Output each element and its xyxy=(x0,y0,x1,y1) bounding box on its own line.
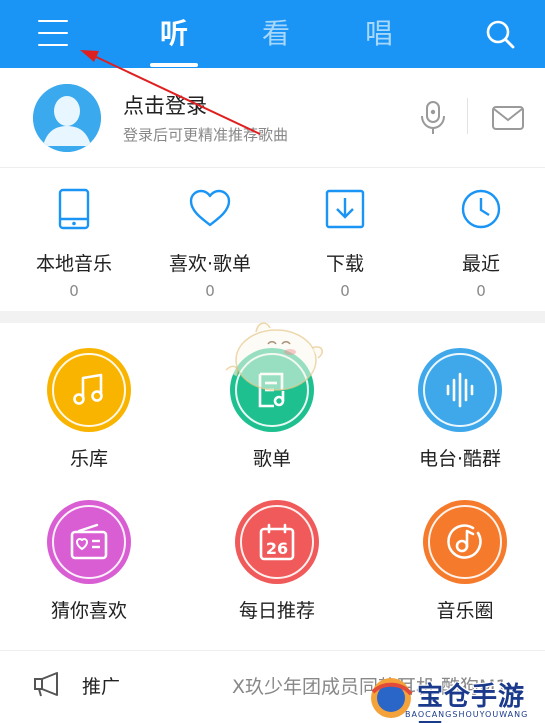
quick-count: 0 xyxy=(476,282,486,300)
grid-label: 电台·酷群 xyxy=(418,448,502,470)
search-icon xyxy=(486,20,515,49)
microphone-icon xyxy=(421,101,445,134)
promo-label: 推广 xyxy=(82,676,121,698)
grid-item-music-circle[interactable]: 音乐圈 xyxy=(390,500,540,630)
download-icon xyxy=(325,189,365,229)
quick-count: 0 xyxy=(69,282,79,300)
login-subtitle: 登录后可更精准推荐歌曲 xyxy=(123,126,289,144)
calendar-day: 26 xyxy=(266,539,288,558)
phone-icon xyxy=(58,188,90,230)
active-tab-indicator xyxy=(150,63,198,67)
grid-item-radio[interactable]: 电台·酷群 xyxy=(385,348,535,478)
daily-recommend-circle: 26 xyxy=(235,500,319,584)
calendar-icon: 26 xyxy=(259,523,295,561)
quick-item-recent[interactable]: 最近 0 xyxy=(416,187,545,302)
grid-label: 音乐圈 xyxy=(436,600,494,622)
tab-listen[interactable]: 听 xyxy=(160,14,188,54)
quick-label: 最近 xyxy=(461,253,500,275)
quick-label: 喜欢·歌单 xyxy=(168,253,252,275)
tab-watch[interactable]: 看 xyxy=(262,14,290,54)
menu-icon-line xyxy=(38,44,68,46)
login-title[interactable]: 点击登录 xyxy=(123,90,207,120)
menu-button[interactable] xyxy=(38,19,68,47)
profile-section: 点击登录 登录后可更精准推荐歌曲 xyxy=(0,68,545,168)
clock-icon xyxy=(461,189,501,229)
grid-label: 乐库 xyxy=(69,448,108,470)
quick-count: 0 xyxy=(340,282,350,300)
playlist-icon xyxy=(258,372,285,408)
quick-item-local-music[interactable]: 本地音乐 0 xyxy=(9,187,139,302)
section-divider xyxy=(0,311,545,323)
divider xyxy=(467,98,468,134)
search-button[interactable] xyxy=(484,18,516,50)
promo-text: X玖少年团成员同款耳机 酷狗M1 xyxy=(232,676,508,698)
guess-you-like-circle xyxy=(47,500,131,584)
mail-icon xyxy=(492,106,524,130)
megaphone-icon xyxy=(34,672,58,697)
quick-access-row: 本地音乐 0 喜欢·歌单 0 下载 0 最近 0 xyxy=(0,169,545,311)
quick-item-download[interactable]: 下载 0 xyxy=(280,187,410,302)
music-disc-icon xyxy=(447,524,482,559)
grid-item-daily-recommend[interactable]: 26 每日推荐 xyxy=(202,500,352,630)
avatar-placeholder-icon xyxy=(33,84,101,152)
quick-count: 0 xyxy=(205,282,215,300)
grid-item-guess-you-like[interactable]: 猜你喜欢 xyxy=(14,500,164,630)
top-bar: 听 看 唱 xyxy=(0,0,545,68)
music-note-icon xyxy=(73,373,103,405)
quick-item-favorites[interactable]: 喜欢·歌单 0 xyxy=(145,187,275,302)
quick-label: 下载 xyxy=(325,253,364,275)
quick-label: 本地音乐 xyxy=(35,253,112,275)
radio-heart-icon xyxy=(70,523,108,560)
menu-icon xyxy=(38,20,68,22)
radio-circle xyxy=(418,348,502,432)
grid-item-music-library[interactable]: 乐库 xyxy=(14,348,164,478)
promo-row[interactable]: 推广 X玖少年团成员同款耳机 酷狗M1 xyxy=(0,650,545,716)
sound-wave-icon xyxy=(446,372,474,408)
avatar[interactable] xyxy=(33,84,101,152)
menu-icon-line xyxy=(38,32,68,34)
grid-label: 歌单 xyxy=(252,448,291,470)
tab-sing[interactable]: 唱 xyxy=(365,14,393,54)
grid-label: 每日推荐 xyxy=(238,600,315,622)
grid-item-playlist[interactable]: 歌单 xyxy=(197,348,347,478)
microphone-button[interactable] xyxy=(418,100,448,136)
playlist-circle xyxy=(230,348,314,432)
music-circle-circle xyxy=(423,500,507,584)
music-library-circle xyxy=(47,348,131,432)
heart-icon xyxy=(189,189,231,227)
message-button[interactable] xyxy=(491,104,525,132)
grid-label: 猜你喜欢 xyxy=(50,600,127,622)
